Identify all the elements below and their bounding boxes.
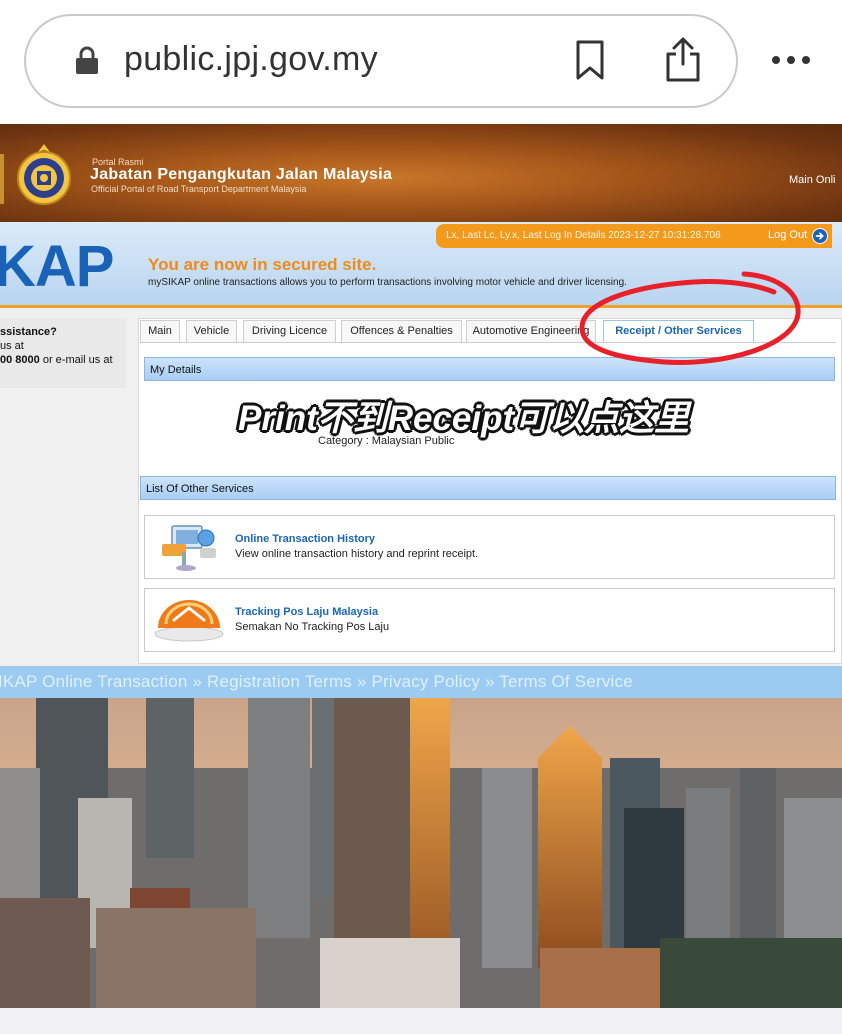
browser-toolbar: public.jpj.gov.my — [0, 0, 842, 122]
logout-link[interactable]: Log Out — [768, 229, 807, 241]
last-login-info: Lx, Last Lc, Ly.x, Last Log In Details 2… — [446, 230, 721, 241]
overlay-caption: Print不到Receipt可以点这里 — [238, 399, 690, 438]
tab-vehicle[interactable]: Vehicle — [186, 320, 237, 342]
jpj-crest-icon — [17, 144, 71, 205]
service-desc-pos-laju: Semakan No Tracking Pos Laju — [235, 621, 390, 633]
pos-laju-icon — [154, 600, 224, 642]
watermark: @今天还没睡觉 — [697, 541, 792, 560]
assistance-heading: ssistance? — [0, 326, 57, 338]
footer-links[interactable]: IKAP Online Transaction » Registration T… — [0, 672, 633, 692]
service-tracking-pos-laju[interactable] — [144, 588, 835, 652]
service-title-transaction-history[interactable]: Online Transaction History — [235, 533, 375, 545]
watermark-text: @今天还没睡觉 — [722, 541, 792, 554]
portal-title[interactable]: Jabatan Pengangkutan Jalan Malaysia — [90, 166, 392, 184]
assistance-text: us at — [0, 340, 24, 352]
lock-icon — [76, 46, 98, 74]
service-title-pos-laju[interactable]: Tracking Pos Laju Malaysia — [235, 606, 378, 618]
tab-driving-licence[interactable]: Driving Licence — [243, 320, 336, 342]
assistance-contact: 00 8000 or e-mail us at — [0, 354, 113, 366]
secured-site-description: mySIKAP online transactions allows you t… — [148, 277, 627, 288]
kuala-lumpur-skyline-image — [0, 698, 842, 1008]
bookmark-icon[interactable] — [574, 40, 606, 80]
header-nav-links[interactable]: Main Onli — [789, 174, 835, 186]
email-prompt: or e-mail us at — [39, 354, 113, 366]
partial-emblem-icon — [0, 154, 4, 204]
tab-offences-penalties[interactable]: Offences & Penalties — [341, 320, 462, 342]
share-icon[interactable] — [664, 36, 702, 82]
bottom-bar — [0, 1008, 842, 1034]
transaction-history-icon — [162, 525, 216, 571]
secured-site-title: You are now in secured site. — [148, 255, 377, 274]
more-icon[interactable] — [770, 50, 812, 70]
hotline-number[interactable]: 00 8000 — [0, 354, 40, 366]
other-services-heading: List Of Other Services — [140, 476, 836, 500]
service-desc-transaction-history: View online transaction history and repr… — [235, 548, 479, 560]
logout-arrow-icon[interactable] — [812, 228, 828, 244]
portal-subtitle: Official Portal of Road Transport Depart… — [91, 184, 307, 194]
url-text[interactable]: public.jpj.gov.my — [124, 40, 378, 79]
tab-main[interactable]: Main — [140, 320, 180, 342]
mysikap-logo: KAP — [0, 234, 114, 299]
red-annotation-circle — [579, 271, 801, 366]
